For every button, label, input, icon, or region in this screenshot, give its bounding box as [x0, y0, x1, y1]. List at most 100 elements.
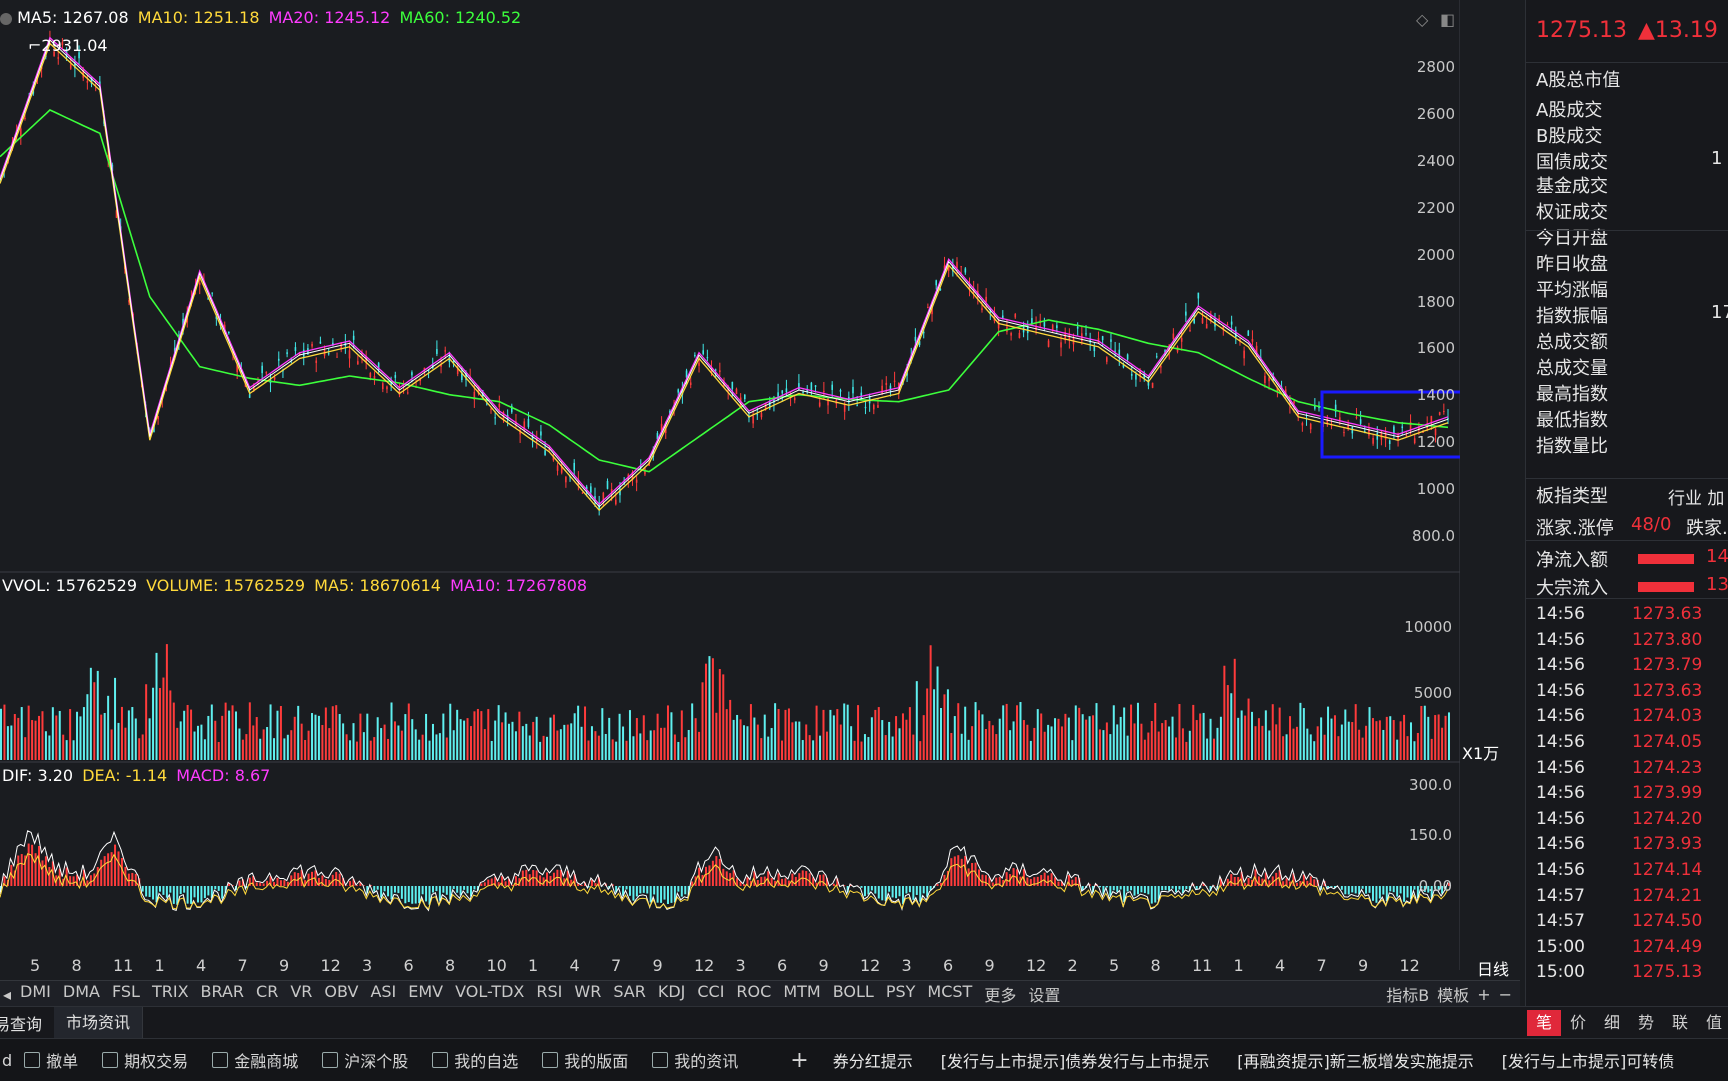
time-axis-tick: 12 [860, 956, 880, 975]
indicator-tab-brar[interactable]: BRAR [195, 982, 251, 1006]
indicator-tab-obv[interactable]: OBV [318, 982, 364, 1006]
indicator-tab-mtm[interactable]: MTM [777, 982, 826, 1006]
nav-tab-market-news[interactable]: 市场资讯 [54, 1007, 143, 1039]
candle-body [1181, 338, 1183, 342]
indicator-tab-asi[interactable]: ASI [364, 982, 402, 1006]
volume-bar [1417, 733, 1419, 760]
indicator-tab-boll[interactable]: BOLL [827, 982, 880, 1006]
volume-bar [318, 716, 320, 760]
indicator-right-3[interactable]: − [1499, 985, 1512, 1004]
notice-item[interactable]: [再融资提示]新三板增发实施提示 [1223, 1048, 1488, 1072]
volume-bar [577, 706, 579, 760]
right-tab-4[interactable]: 联 [1663, 1010, 1697, 1036]
toolbar-item-1[interactable]: 期权交易 [90, 1048, 200, 1072]
sector-label: 板指类型 [1536, 482, 1608, 508]
tick-price: 1273.99 [1632, 783, 1702, 803]
candle-body [590, 486, 592, 492]
tick-row: 15:001275.13 [1536, 962, 1702, 982]
indicator-right-0[interactable]: 指标B [1386, 982, 1429, 1006]
indicator-tab-设置[interactable]: 设置 [1022, 982, 1066, 1006]
notice-item[interactable]: [发行与上市提示]债券发行与上市提示 [927, 1048, 1224, 1072]
indicator-tab-psy[interactable]: PSY [880, 982, 922, 1006]
volume-bar [1206, 739, 1208, 760]
toolbar-item-0[interactable]: 撤单 [12, 1048, 90, 1072]
diamond-icon[interactable]: ◇ [1416, 10, 1428, 29]
panel-toggle-icon[interactable]: ◧ [1440, 10, 1455, 29]
period-label[interactable]: 日线 [1477, 956, 1509, 980]
indicator-tab-wr[interactable]: WR [568, 982, 607, 1006]
right-tab-0[interactable]: 笔 [1527, 1010, 1561, 1036]
candle-body [844, 404, 846, 412]
indicator-tab-kdj[interactable]: KDJ [652, 982, 692, 1006]
volume-bar [1313, 741, 1315, 760]
volume-bar [1134, 723, 1136, 760]
candle-body [1069, 335, 1071, 340]
toolbar-item-2[interactable]: 金融商城 [200, 1048, 310, 1072]
stat-label: 今日开盘 [1536, 224, 1608, 250]
macd-bar [874, 886, 876, 894]
indicator-tab-trix[interactable]: TRIX [146, 982, 195, 1006]
volume-bar [947, 689, 949, 760]
indicator-tab-rsi[interactable]: RSI [530, 982, 568, 1006]
indicator-tab-vr[interactable]: VR [284, 982, 318, 1006]
time-axis-tick: 6 [777, 956, 787, 975]
indicator-tab-fsl[interactable]: FSL [106, 982, 146, 1006]
right-tab-2[interactable]: 细 [1595, 1010, 1629, 1036]
price-axis-tick: 2400 [1395, 152, 1455, 170]
volume-bar [539, 742, 541, 760]
volume-bar [919, 741, 921, 760]
indicator-tab-sar[interactable]: SAR [607, 982, 652, 1006]
tick-price: 1274.14 [1632, 860, 1702, 880]
right-tab-3[interactable]: 势 [1629, 1010, 1663, 1036]
volume-bar [584, 706, 586, 760]
volume-bar [736, 715, 738, 760]
stat-value: 1 [1711, 148, 1722, 169]
right-tab-5[interactable]: 值 [1697, 1010, 1728, 1036]
add-icon[interactable]: + [750, 1048, 818, 1073]
volume-bar [204, 739, 206, 760]
indicator-tab-dmi[interactable]: DMI [14, 982, 57, 1006]
macd-bar [411, 886, 413, 904]
nav-tab-query[interactable]: 易查询 [0, 1011, 54, 1035]
collapse-icon[interactable] [0, 13, 12, 25]
volume-bar [933, 689, 935, 760]
indicator-right-2[interactable]: + [1477, 985, 1490, 1004]
volume-bar [473, 711, 475, 760]
indicator-tab-roc[interactable]: ROC [730, 982, 777, 1006]
candle-body [490, 409, 492, 410]
right-tab-1[interactable]: 价 [1561, 1010, 1595, 1036]
volume-bar [422, 735, 424, 760]
indicator-tab-mcst[interactable]: MCST [921, 982, 978, 1006]
toolbar-item-label: 撤单 [46, 1048, 78, 1072]
tabbar-arrow-icon[interactable]: ◂ [0, 985, 14, 1004]
volume-bar [245, 734, 247, 760]
indicator-tab-cci[interactable]: CCI [691, 982, 730, 1006]
volume-bar [740, 719, 742, 760]
indicator-tab-vol-tdx[interactable]: VOL-TDX [449, 982, 530, 1006]
volume-bar [200, 725, 202, 760]
indicator-right-1[interactable]: 模板 [1437, 982, 1469, 1006]
toolbar-item-3[interactable]: 沪深个股 [310, 1048, 420, 1072]
notice-item[interactable]: 券分红提示 [819, 1048, 927, 1072]
indicator-tab-更多[interactable]: 更多 [978, 982, 1022, 1006]
indicator-tab-cr[interactable]: CR [250, 982, 284, 1006]
stat-label: A股成交 [1536, 96, 1602, 122]
flow-value: 13 [1706, 574, 1728, 595]
kline-chart[interactable] [0, 0, 1460, 970]
candle-body [1268, 378, 1270, 382]
tick-time: 15:00 [1536, 962, 1632, 982]
indicator-tab-dma[interactable]: DMA [57, 982, 106, 1006]
stat-label: 最低指数 [1536, 406, 1608, 432]
candle-body [70, 64, 72, 68]
volume-bar [1327, 707, 1329, 760]
volume-bar [812, 740, 814, 760]
toolbar-item-6[interactable]: 我的资讯 [640, 1048, 750, 1072]
toolbar-item-4[interactable]: 我的自选 [420, 1048, 530, 1072]
notice-item[interactable]: [发行与上市提示]可转债 [1488, 1048, 1689, 1072]
indicator-tab-emv[interactable]: EMV [402, 982, 449, 1006]
toolbar-item-5[interactable]: 我的版面 [530, 1048, 640, 1072]
volume-bar [498, 705, 500, 760]
candle-body [1227, 324, 1229, 325]
macd-bar [992, 882, 994, 886]
volume-bar [1037, 709, 1039, 760]
